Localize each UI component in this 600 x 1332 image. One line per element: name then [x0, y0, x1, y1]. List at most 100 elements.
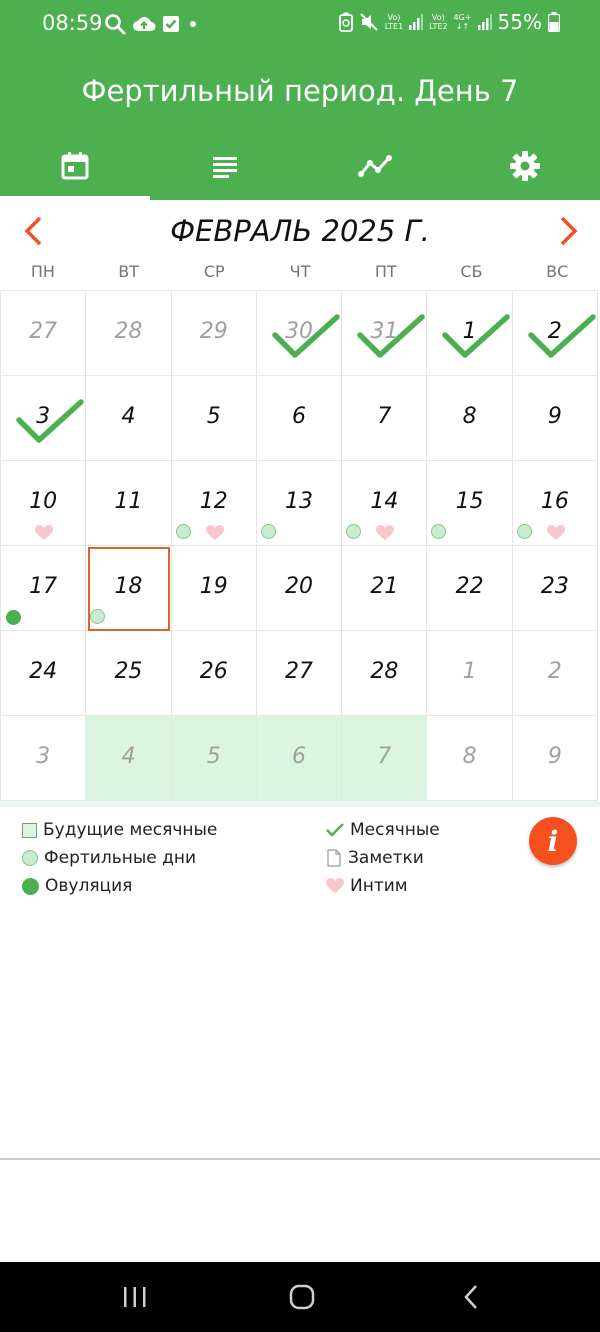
tab-notes-list[interactable] [150, 136, 300, 196]
tab-settings[interactable] [450, 136, 600, 196]
calendar-day-cell[interactable]: 5 [171, 716, 257, 801]
calendar-day-cell[interactable]: 18 [86, 546, 172, 631]
legend-fertile-days: Фертильные дни [22, 848, 196, 868]
day-number: 2 [547, 319, 562, 344]
calendar-day-cell[interactable]: 27 [256, 631, 343, 716]
search-icon [105, 14, 126, 35]
day-number: 3 [36, 744, 51, 769]
calendar-day-cell[interactable]: 6 [256, 376, 343, 461]
cloud-upload-icon [133, 17, 156, 31]
calendar-day-cell[interactable]: 31 [342, 291, 428, 376]
ovulation-icon [6, 610, 21, 625]
calendar-day-cell[interactable]: 25 [86, 631, 172, 716]
calendar-day-cell[interactable]: 2 [512, 631, 599, 716]
calendar-day-cell[interactable]: 15 [427, 461, 513, 546]
calendar-day-cell[interactable]: 24 [1, 631, 87, 716]
day-number: 7 [377, 404, 392, 429]
day-number: 31 [370, 319, 399, 344]
tab-calendar[interactable] [0, 136, 150, 200]
weekday-label: ВТ [118, 262, 139, 281]
calendar-day-cell[interactable]: 7 [342, 716, 428, 801]
tab-charts[interactable] [300, 136, 450, 196]
weekday-label: ЧТ [289, 262, 311, 281]
legend-intimacy: Интим [326, 876, 408, 896]
calendar-day-cell[interactable]: 23 [512, 546, 599, 631]
battery-saver-icon [338, 12, 353, 32]
tab-indicator [0, 196, 150, 200]
calendar-day-cell[interactable]: 28 [86, 291, 172, 376]
calendar-day-cell[interactable]: 16 [512, 461, 599, 546]
month-title: ФЕВРАЛЬ 2025 Г. [170, 214, 430, 248]
calendar-day-cell[interactable]: 29 [171, 291, 257, 376]
calendar-day-cell[interactable]: 28 [342, 631, 428, 716]
calendar-day-cell[interactable]: 6 [256, 716, 343, 801]
calendar-day-cell[interactable]: 22 [427, 546, 513, 631]
day-number: 8 [462, 404, 477, 429]
weekday-label: ПН [30, 262, 55, 281]
calendar-day-cell[interactable]: 19 [171, 546, 257, 631]
day-number: 14 [370, 489, 399, 514]
signal-icon [409, 14, 424, 30]
day-number: 23 [540, 574, 569, 599]
calendar-day-cell[interactable]: 11 [86, 461, 172, 546]
calendar-day-cell[interactable]: 27 [1, 291, 87, 376]
content-divider [0, 1158, 600, 1160]
calendar-day-cell[interactable]: 21 [342, 546, 428, 631]
day-number: 4 [121, 744, 136, 769]
calendar-day-cell[interactable]: 9 [512, 376, 599, 461]
next-month-button[interactable] [550, 214, 584, 248]
fertile-day-icon [22, 850, 38, 866]
calendar-day-cell[interactable]: 20 [256, 546, 343, 631]
day-number: 29 [199, 319, 228, 344]
heart-icon [326, 878, 344, 893]
recent-apps-icon[interactable] [122, 1286, 148, 1308]
day-number: 27 [285, 659, 314, 684]
weekday-label: ПТ [374, 262, 397, 281]
system-nav-bar [0, 1262, 600, 1332]
network-4g: 4G+ ↓↑ [453, 13, 472, 31]
calendar-day-cell[interactable]: 3 [1, 716, 87, 801]
calendar-day-cell[interactable]: 7 [342, 376, 428, 461]
day-number: 1 [462, 319, 477, 344]
day-number: 10 [29, 489, 58, 514]
gear-icon [510, 151, 540, 181]
day-number: 8 [462, 744, 477, 769]
day-number: 5 [206, 404, 221, 429]
calendar-day-cell[interactable]: 30 [256, 291, 343, 376]
calendar-day-cell[interactable]: 4 [86, 376, 172, 461]
back-icon[interactable] [462, 1284, 480, 1310]
calendar-day-cell[interactable]: 4 [86, 716, 172, 801]
legend-notes: Заметки [326, 848, 424, 868]
fertile-day-icon [431, 524, 447, 539]
calendar-day-cell[interactable]: 3 [1, 376, 87, 461]
info-button[interactable]: i [529, 817, 577, 865]
home-icon[interactable] [289, 1284, 315, 1310]
calendar-day-cell[interactable]: 1 [427, 291, 513, 376]
calendar-day-cell[interactable]: 2 [512, 291, 599, 376]
legend-periods: Месячные [326, 820, 440, 840]
calendar-day-cell[interactable]: 5 [171, 376, 257, 461]
network-lte1: Vo) LTE1 [384, 13, 404, 31]
note-icon [327, 849, 341, 867]
day-number: 16 [540, 489, 569, 514]
day-number: 6 [292, 404, 307, 429]
calendar-day-cell[interactable]: 9 [512, 716, 599, 801]
calendar-day-cell[interactable]: 8 [427, 376, 513, 461]
calendar-day-cell[interactable]: 10 [1, 461, 87, 546]
checkbox-icon [163, 16, 179, 32]
list-icon [213, 157, 237, 178]
calendar-day-cell[interactable]: 14 [342, 461, 428, 546]
calendar-day-cell[interactable]: 17 [1, 546, 87, 631]
day-number: 11 [114, 489, 143, 514]
day-number: 6 [292, 744, 307, 769]
calendar-day-cell[interactable]: 8 [427, 716, 513, 801]
legend-ovulation: Овуляция [22, 876, 132, 896]
calendar-day-cell[interactable]: 1 [427, 631, 513, 716]
calendar-day-cell[interactable]: 12 [171, 461, 257, 546]
legend-divider [0, 801, 600, 807]
check-icon [326, 823, 344, 837]
day-number: 17 [29, 574, 58, 599]
weekday-label: СБ [460, 262, 483, 281]
calendar-day-cell[interactable]: 26 [171, 631, 257, 716]
calendar-day-cell[interactable]: 13 [256, 461, 343, 546]
